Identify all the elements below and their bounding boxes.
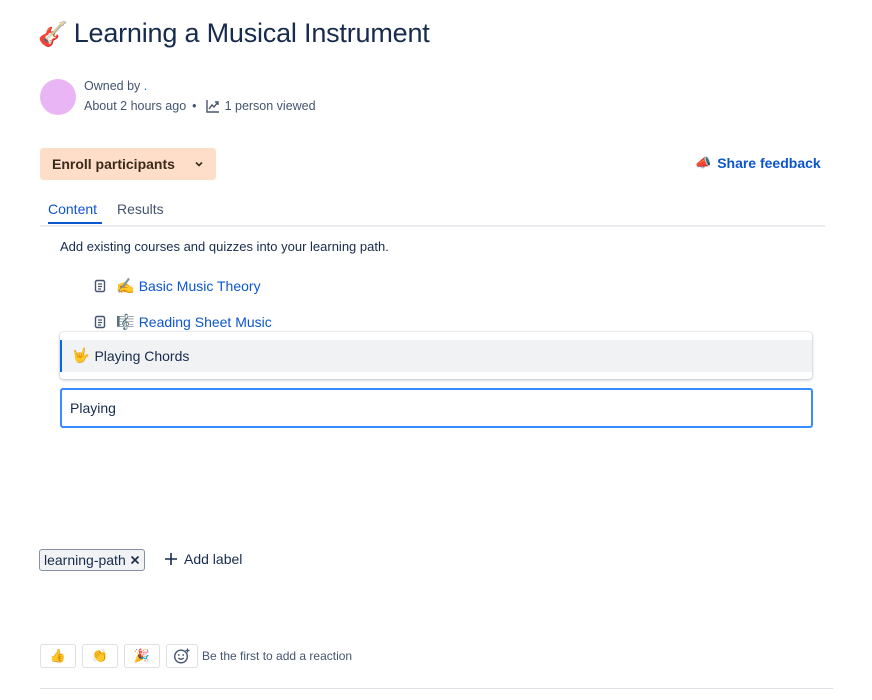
course-link[interactable]: Basic Music Theory [139, 278, 261, 294]
label-chip[interactable]: learning-path [39, 549, 145, 571]
suggestion-dropdown: 🤟 Playing Chords [60, 332, 812, 379]
owned-by-label: Owned by [84, 79, 141, 93]
suggestion-option[interactable]: 🤟 Playing Chords [60, 340, 812, 372]
meta-separator: • [192, 99, 197, 113]
clapping-hands-icon: 👏 [91, 648, 109, 664]
list-item[interactable]: ✍️ Basic Music Theory [94, 277, 261, 295]
enroll-label: Enroll participants [52, 156, 175, 172]
reaction-thumbs-up-button[interactable]: 👍 [40, 644, 76, 668]
label-chip-text: learning-path [44, 552, 126, 568]
document-icon [94, 279, 106, 293]
active-tab-indicator [48, 222, 102, 224]
reaction-party-button[interactable]: 🎉 [124, 644, 160, 668]
tab-bar: Content Results [40, 200, 825, 227]
trend-icon [205, 98, 221, 114]
musical-score-icon: 🎼 [116, 313, 135, 331]
rock-hand-icon: 🤟 [72, 348, 90, 364]
share-feedback-link[interactable]: 📣 Share feedback [695, 155, 821, 171]
party-popper-icon: 🎉 [133, 648, 151, 664]
reaction-hint: Be the first to add a reaction [202, 649, 353, 663]
reaction-clap-button[interactable]: 👏 [82, 644, 118, 668]
thumbs-up-icon: 👍 [49, 648, 67, 664]
plus-icon [165, 553, 177, 565]
course-search-input[interactable] [60, 388, 813, 428]
chevron-down-icon [195, 161, 203, 167]
updated-time: About 2 hours ago [84, 99, 187, 113]
writing-hand-icon: ✍️ [116, 277, 135, 295]
list-item[interactable]: 🎼 Reading Sheet Music [94, 313, 272, 331]
page-title-text: Learning a Musical Instrument [73, 18, 430, 48]
share-feedback-label: Share feedback [717, 155, 821, 171]
add-emoji-icon [173, 648, 190, 664]
guitar-icon: 🎸 [38, 20, 68, 48]
enroll-participants-button[interactable]: Enroll participants [40, 148, 216, 180]
close-icon[interactable] [130, 555, 140, 565]
add-reaction-button[interactable] [166, 644, 198, 668]
document-icon [94, 315, 106, 329]
course-link[interactable]: Reading Sheet Music [139, 314, 272, 330]
add-label-text: Add label [184, 551, 243, 567]
owner-link[interactable]: . [144, 79, 147, 93]
owner-line: Owned by . [84, 79, 147, 93]
avatar[interactable] [40, 79, 76, 115]
tab-results[interactable]: Results [117, 201, 164, 217]
content-hint: Add existing courses and quizzes into yo… [60, 239, 389, 254]
divider [40, 688, 833, 689]
page-meta: About 2 hours ago • 1 person viewed [84, 98, 316, 114]
add-label-button[interactable]: Add label [164, 551, 242, 567]
suggestion-label: Playing Chords [94, 348, 190, 364]
view-count[interactable]: 1 person viewed [225, 99, 316, 113]
page-title: 🎸 Learning a Musical Instrument [38, 18, 430, 49]
tab-content[interactable]: Content [48, 201, 97, 217]
megaphone-icon: 📣 [695, 155, 712, 171]
